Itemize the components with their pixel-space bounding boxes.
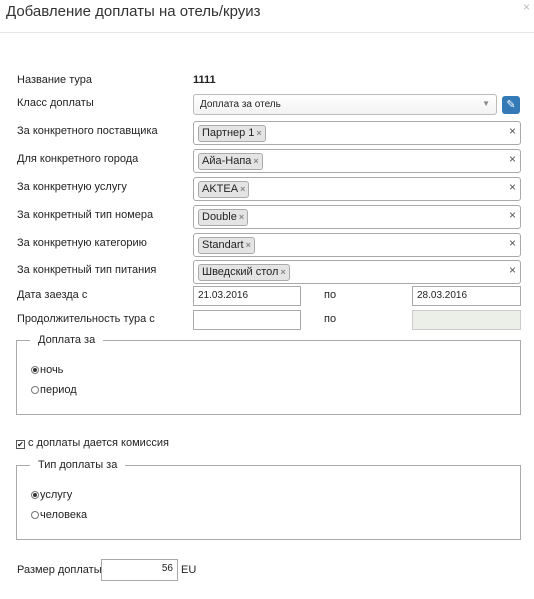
- commission-checkbox-box[interactable]: ✔: [16, 440, 25, 449]
- radio-night-dot[interactable]: [31, 366, 39, 374]
- clear-icon[interactable]: ×: [509, 208, 516, 222]
- selected-tag-text: Standart: [202, 239, 244, 251]
- selected-tag: Партнер 1 ×: [198, 125, 266, 142]
- selected-tag: Double ×: [198, 209, 249, 226]
- tag-field-label: За конкретную категорию: [17, 237, 147, 249]
- surcharge-for-legend: Доплата за: [30, 334, 104, 346]
- tag-field-label: За конкретный тип номера: [17, 209, 154, 221]
- checkin-date-row: Дата заезда с 21.03.2016 по 28.03.2016: [0, 286, 534, 310]
- duration-from-input[interactable]: [193, 310, 301, 330]
- amount-input[interactable]: 56: [101, 559, 178, 581]
- surcharge-class-select[interactable]: Доплата за отель ▼: [193, 94, 497, 115]
- radio-person-dot[interactable]: [31, 511, 39, 519]
- selected-tag-text: Double: [202, 211, 237, 223]
- radio-period-dot[interactable]: [31, 386, 39, 394]
- tour-name-label: Название тура: [17, 74, 92, 86]
- surcharge-type-group: [16, 465, 521, 540]
- remove-tag-icon[interactable]: ×: [239, 212, 244, 222]
- remove-tag-icon[interactable]: ×: [253, 156, 258, 166]
- commission-checkbox[interactable]: ✔ с доплаты дается комиссия: [16, 437, 169, 449]
- tour-name-row: Название тура 1111: [0, 70, 534, 94]
- radio-service[interactable]: услугу: [31, 489, 72, 501]
- selected-tag-text: Айа-Напа: [202, 155, 252, 167]
- tag-field-row: За конкретного поставщика Партнер 1 × ×: [0, 121, 534, 145]
- remove-tag-icon[interactable]: ×: [240, 184, 245, 194]
- clear-icon[interactable]: ×: [509, 152, 516, 166]
- commission-label: с доплаты дается комиссия: [28, 437, 169, 449]
- duration-row: Продолжительность тура с по: [0, 310, 534, 334]
- close-icon[interactable]: ×: [523, 0, 530, 14]
- tag-field-row: За конкретную услугу AKTEA × ×: [0, 177, 534, 201]
- tag-select-input[interactable]: Партнер 1 × ×: [193, 121, 521, 145]
- chevron-down-icon: ▼: [482, 99, 490, 108]
- surcharge-class-row: Класс доплаты Доплата за отель ▼ ✎: [0, 94, 534, 118]
- checkin-date-from-input[interactable]: 21.03.2016: [193, 286, 301, 306]
- tag-field-label: За конкретный тип питания: [17, 264, 157, 276]
- radio-person[interactable]: человека: [31, 509, 87, 521]
- selected-tag: Шведский стол ×: [198, 264, 290, 281]
- clear-icon[interactable]: ×: [509, 263, 516, 277]
- checkin-date-to-input[interactable]: 28.03.2016: [412, 286, 521, 306]
- tag-select-input[interactable]: Айа-Напа × ×: [193, 149, 521, 173]
- selected-tag-text: Шведский стол: [202, 266, 279, 278]
- surcharge-for-group: [16, 340, 521, 415]
- clear-icon[interactable]: ×: [509, 180, 516, 194]
- surcharge-type-legend: Тип доплаты за: [30, 459, 126, 471]
- duration-to-input: [412, 310, 521, 330]
- currency-label: EU: [181, 564, 197, 576]
- tag-field-row: За конкретный тип номера Double × ×: [0, 205, 534, 229]
- amount-label: Размер доплаты: [17, 564, 102, 576]
- radio-period-label: период: [40, 384, 77, 396]
- tour-name-value: 1111: [193, 74, 216, 86]
- checkin-date-label: Дата заезда с: [17, 289, 88, 301]
- tag-field-row: За конкретную категорию Standart × ×: [0, 233, 534, 257]
- clear-icon[interactable]: ×: [509, 124, 516, 138]
- dialog-title: Добавление доплаты на отель/круиз: [6, 3, 261, 20]
- duration-to-label: по: [324, 313, 337, 325]
- tag-field-label: Для конкретного города: [17, 153, 139, 165]
- radio-night-label: ночь: [40, 364, 64, 376]
- radio-night[interactable]: ночь: [31, 364, 63, 376]
- checkin-date-to-label: по: [324, 289, 337, 301]
- selected-tag: AKTEA ×: [198, 181, 250, 198]
- amount-row: Размер доплаты 56 EU: [0, 559, 534, 583]
- radio-service-dot[interactable]: [31, 491, 39, 499]
- tag-select-input[interactable]: AKTEA × ×: [193, 177, 521, 201]
- duration-label: Продолжительность тура с: [17, 313, 155, 325]
- surcharge-class-label: Класс доплаты: [17, 97, 94, 109]
- tag-select-input[interactable]: Double × ×: [193, 205, 521, 229]
- remove-tag-icon[interactable]: ×: [256, 128, 261, 138]
- radio-service-label: услугу: [40, 489, 73, 501]
- selected-tag: Айа-Напа ×: [198, 153, 263, 170]
- selected-tag-text: AKTEA: [202, 183, 239, 195]
- tag-field-label: За конкретного поставщика: [17, 125, 158, 137]
- pencil-icon[interactable]: ✎: [502, 96, 520, 114]
- tag-field-row: Для конкретного города Айа-Напа × ×: [0, 149, 534, 173]
- tag-select-input[interactable]: Standart × ×: [193, 233, 521, 257]
- radio-person-label: человека: [40, 509, 88, 521]
- remove-tag-icon[interactable]: ×: [280, 267, 285, 277]
- selected-tag: Standart ×: [198, 237, 255, 254]
- radio-period[interactable]: период: [31, 384, 77, 396]
- dialog-header: Добавление доплаты на отель/круиз ×: [0, 0, 534, 33]
- remove-tag-icon[interactable]: ×: [246, 240, 251, 250]
- surcharge-class-value: Доплата за отель: [200, 99, 281, 110]
- tag-field-label: За конкретную услугу: [17, 181, 127, 193]
- selected-tag-text: Партнер 1: [202, 127, 255, 139]
- tag-select-input[interactable]: Шведский стол × ×: [193, 260, 521, 284]
- clear-icon[interactable]: ×: [509, 236, 516, 250]
- tag-field-row: За конкретный тип питания Шведский стол × ×: [0, 260, 534, 284]
